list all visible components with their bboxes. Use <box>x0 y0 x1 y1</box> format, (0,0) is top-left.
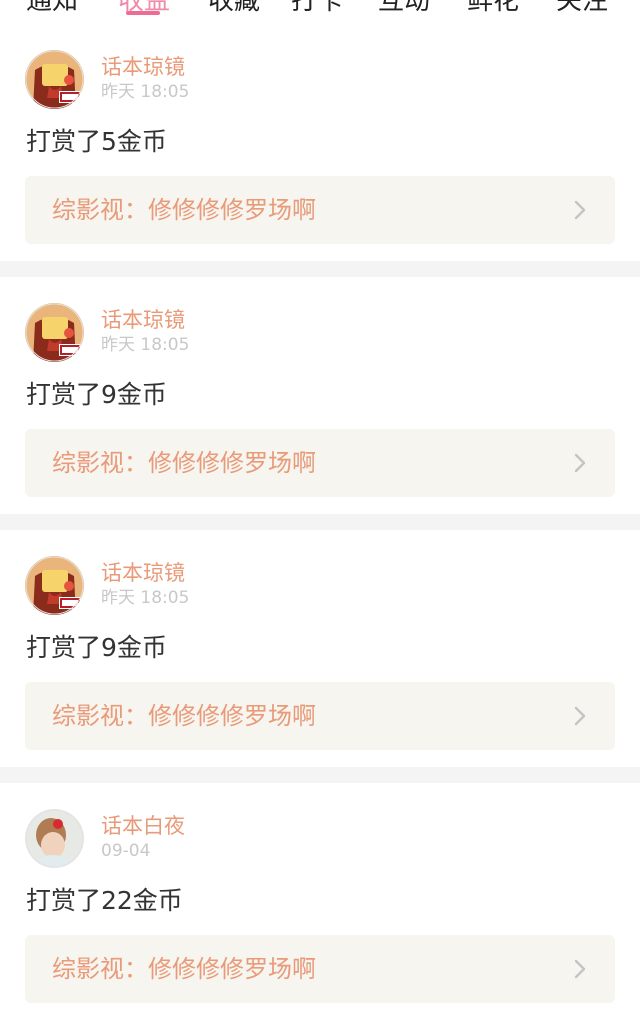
book-cover-avatar-icon <box>25 303 84 362</box>
tab-favorites[interactable]: 收藏 <box>208 0 260 16</box>
feed-card: 话本琼镜 昨天 18:05 打赏了5金币 综影视：修修修修罗场啊 <box>0 24 640 261</box>
top-tab-bar: 通知 收益 收藏 打卡 互动 鲜花 关注 <box>0 0 640 24</box>
book-cover-avatar-icon <box>25 50 84 109</box>
section-divider <box>0 514 640 530</box>
reward-message: 打赏了9金币 <box>26 633 167 662</box>
story-link[interactable]: 综影视：修修修修罗场啊 <box>25 429 615 497</box>
tab-interaction[interactable]: 互动 <box>378 0 430 16</box>
story-link[interactable]: 综影视：修修修修罗场啊 <box>25 682 615 750</box>
reward-message: 打赏了5金币 <box>26 127 167 156</box>
chevron-right-icon <box>574 453 586 473</box>
timestamp: 09-04 <box>101 841 151 861</box>
timestamp: 昨天 18:05 <box>101 588 190 608</box>
username[interactable]: 话本琼镜 <box>101 307 185 333</box>
chevron-right-icon <box>574 200 586 220</box>
tab-follow[interactable]: 关注 <box>556 0 608 16</box>
avatar[interactable] <box>25 50 84 109</box>
feed-card: 话本琼镜 昨天 18:05 打赏了9金币 综影视：修修修修罗场啊 <box>0 530 640 767</box>
tab-checkin[interactable]: 打卡 <box>291 0 343 16</box>
avatar[interactable] <box>25 556 84 615</box>
feed-card: 话本琼镜 昨天 18:05 打赏了9金币 综影视：修修修修罗场啊 <box>0 277 640 514</box>
reward-message: 打赏了22金币 <box>26 886 183 915</box>
story-link[interactable]: 综影视：修修修修罗场啊 <box>25 935 615 1003</box>
story-link-title: 综影视：修修修修罗场啊 <box>52 196 316 224</box>
active-tab-indicator <box>126 11 160 15</box>
tab-flowers[interactable]: 鲜花 <box>467 0 519 16</box>
username[interactable]: 话本白夜 <box>101 813 185 839</box>
chevron-right-icon <box>574 706 586 726</box>
story-link-title: 综影视：修修修修罗场啊 <box>52 449 316 477</box>
username[interactable]: 话本琼镜 <box>101 560 185 586</box>
story-link-title: 综影视：修修修修罗场啊 <box>52 702 316 730</box>
avatar[interactable] <box>25 303 84 362</box>
timestamp: 昨天 18:05 <box>101 82 190 102</box>
section-divider <box>0 261 640 277</box>
reward-message: 打赏了9金币 <box>26 380 167 409</box>
username[interactable]: 话本琼镜 <box>101 54 185 80</box>
feed-card: 话本白夜 09-04 打赏了22金币 综影视：修修修修罗场啊 <box>0 783 640 1020</box>
tab-notifications[interactable]: 通知 <box>26 0 78 16</box>
avatar[interactable] <box>25 809 84 868</box>
chevron-right-icon <box>574 959 586 979</box>
earnings-feed: 话本琼镜 昨天 18:05 打赏了5金币 综影视：修修修修罗场啊 话本琼镜 昨天… <box>0 24 640 1020</box>
story-link-title: 综影视：修修修修罗场啊 <box>52 955 316 983</box>
story-link[interactable]: 综影视：修修修修罗场啊 <box>25 176 615 244</box>
timestamp: 昨天 18:05 <box>101 335 190 355</box>
book-cover-avatar-icon <box>25 556 84 615</box>
section-divider <box>0 767 640 783</box>
photo-avatar-icon <box>25 809 84 868</box>
